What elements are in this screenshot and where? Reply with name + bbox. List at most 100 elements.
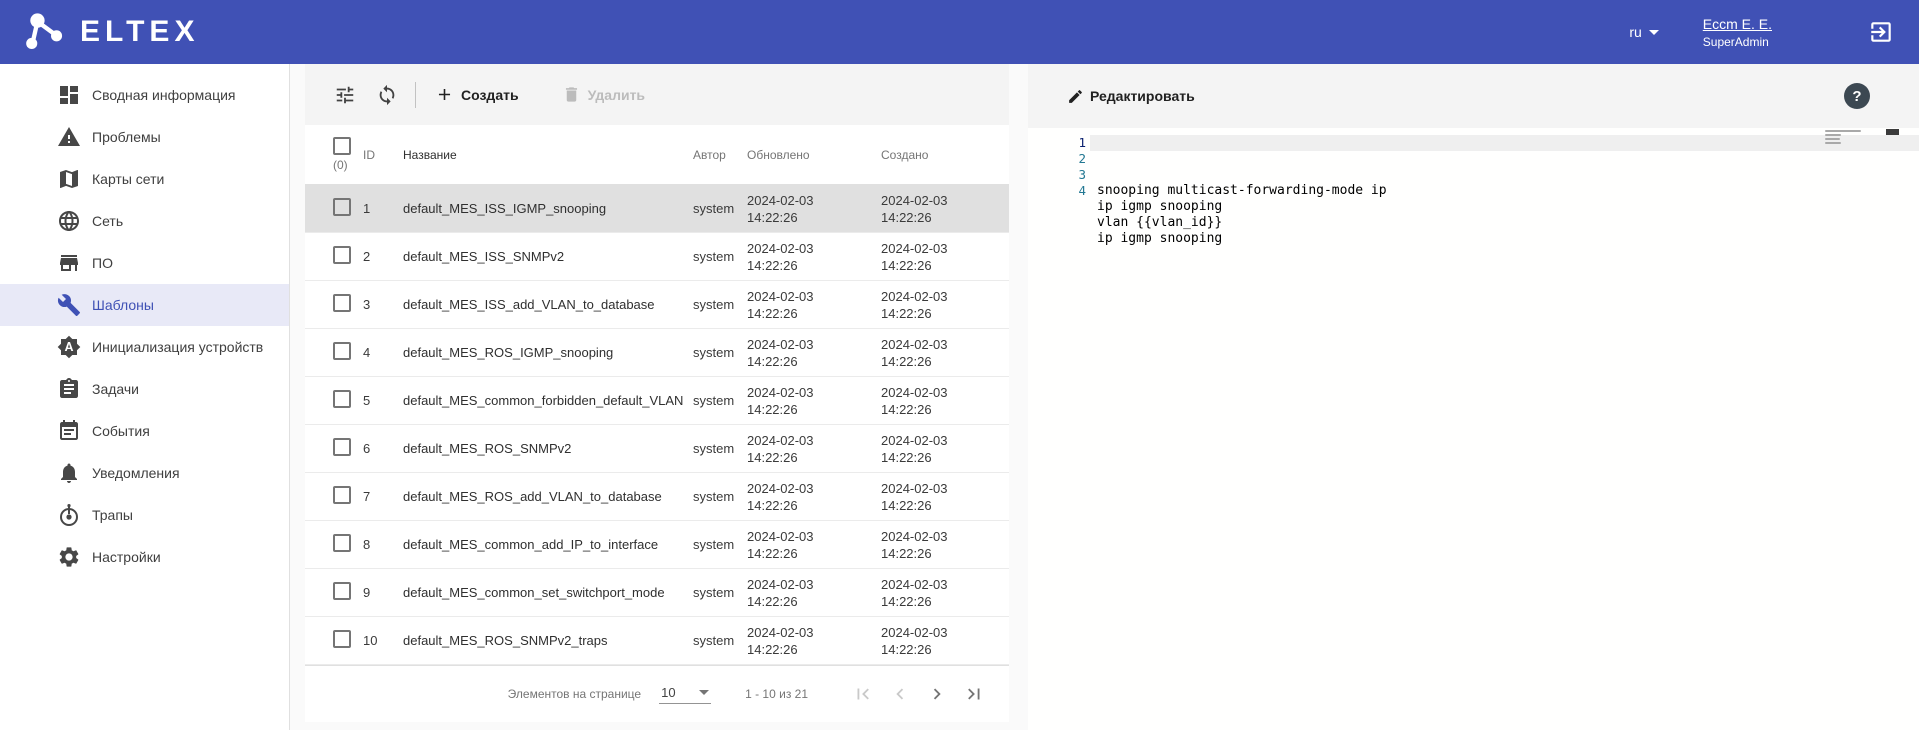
table-row[interactable]: 4 default_MES_ROS_IGMP_snooping system 2… [305, 329, 1009, 377]
sidebar-item[interactable]: Сеть [0, 200, 289, 242]
sidebar-item-label: События [92, 423, 150, 439]
row-checkbox[interactable] [333, 630, 351, 648]
row-created: 2024-02-03 14:22:26 [881, 336, 961, 370]
eltex-logo: ELTEX [24, 11, 199, 53]
template-editor-panel: Редактировать ? 1 snooping multicast-for… [1028, 64, 1919, 730]
logout-icon[interactable] [1868, 19, 1894, 45]
sidebar: Сводная информация Проблемы Карты сети С… [0, 64, 290, 730]
line-number: 3 [1028, 167, 1086, 183]
row-checkbox[interactable] [333, 342, 351, 360]
row-created: 2024-02-03 14:22:26 [881, 528, 961, 562]
user-name-link[interactable]: Eccm E. E. [1703, 16, 1772, 32]
row-checkbox[interactable] [333, 246, 351, 264]
table-toolbar: Создать Удалить [305, 64, 1009, 125]
table-row[interactable]: 7 default_MES_ROS_add_VLAN_to_database s… [305, 473, 1009, 521]
table-row[interactable]: 2 default_MES_ISS_SNMPv2 system 2024-02-… [305, 233, 1009, 281]
gear-icon [57, 545, 81, 569]
chevron-down-icon [699, 690, 709, 695]
row-updated: 2024-02-03 14:22:26 [747, 432, 827, 466]
delete-button[interactable]: Удалить [562, 85, 645, 104]
row-checkbox[interactable] [333, 390, 351, 408]
row-updated: 2024-02-03 14:22:26 [747, 240, 827, 274]
row-checkbox[interactable] [333, 486, 351, 504]
row-author: system [693, 201, 747, 216]
row-author: system [693, 297, 747, 312]
last-page-button[interactable] [963, 683, 985, 705]
line-number: 4 [1028, 183, 1086, 199]
sidebar-item[interactable]: Проблемы [0, 116, 289, 158]
first-page-button[interactable] [852, 683, 874, 705]
sidebar-item[interactable]: Задачи [0, 368, 289, 410]
row-name: default_MES_ROS_add_VLAN_to_database [403, 489, 693, 505]
row-checkbox[interactable] [333, 582, 351, 600]
help-button[interactable]: ? [1844, 83, 1870, 109]
select-all-checkbox[interactable] [333, 137, 351, 155]
column-header-author[interactable]: Автор [693, 148, 747, 162]
assignment-icon [57, 377, 81, 401]
sidebar-item-label: Трапы [92, 507, 133, 523]
sidebar-item[interactable]: Карты сети [0, 158, 289, 200]
row-name: default_MES_ISS_IGMP_snooping [403, 201, 693, 217]
items-per-page-select[interactable]: 10 [659, 685, 711, 704]
row-id: 5 [359, 393, 403, 408]
sidebar-item[interactable]: Трапы [0, 494, 289, 536]
items-per-page-value: 10 [661, 685, 675, 700]
sidebar-item-label: ПО [92, 255, 113, 271]
code-editor[interactable]: 1 snooping multicast-forwarding-mode ip … [1028, 128, 1919, 730]
row-id: 4 [359, 345, 403, 360]
row-updated: 2024-02-03 14:22:26 [747, 384, 827, 418]
row-id: 7 [359, 489, 403, 504]
create-button[interactable]: Создать [435, 85, 519, 104]
selected-count: (0) [333, 158, 348, 172]
row-created: 2024-02-03 14:22:26 [881, 384, 961, 418]
row-created: 2024-02-03 14:22:26 [881, 192, 961, 226]
row-checkbox[interactable] [333, 198, 351, 216]
code-line: 3 vlan {{vlan_id}} [1028, 167, 1919, 183]
table-header: (0) ID Название Автор Обновлено Создано [305, 125, 1009, 185]
column-header-created[interactable]: Создано [881, 148, 1015, 162]
globe-icon [57, 209, 81, 233]
sidebar-item[interactable]: Уведомления [0, 452, 289, 494]
next-page-button[interactable] [926, 683, 948, 705]
table-row[interactable]: 1 default_MES_ISS_IGMP_snooping system 2… [305, 185, 1009, 233]
row-author: system [693, 393, 747, 408]
table-row[interactable]: 10 default_MES_ROS_SNMPv2_traps system 2… [305, 617, 1009, 665]
edit-button[interactable]: Редактировать [1067, 88, 1195, 105]
previous-page-button[interactable] [889, 683, 911, 705]
templates-panel: Создать Удалить (0) ID Название Автор Об… [305, 64, 1009, 722]
language-selector[interactable]: ru [1629, 24, 1658, 40]
row-checkbox[interactable] [333, 534, 351, 552]
row-updated: 2024-02-03 14:22:26 [747, 528, 827, 562]
table-row[interactable]: 8 default_MES_common_add_IP_to_interface… [305, 521, 1009, 569]
table-row[interactable]: 9 default_MES_common_set_switchport_mode… [305, 569, 1009, 617]
row-author: system [693, 489, 747, 504]
row-created: 2024-02-03 14:22:26 [881, 432, 961, 466]
eltex-logo-icon [24, 11, 70, 53]
table-row[interactable]: 3 default_MES_ISS_add_VLAN_to_database s… [305, 281, 1009, 329]
table-row[interactable]: 6 default_MES_ROS_SNMPv2 system 2024-02-… [305, 425, 1009, 473]
column-header-id[interactable]: ID [359, 148, 403, 162]
sidebar-item[interactable]: Инициализация устройств [0, 326, 289, 368]
sidebar-item-label: Настройки [92, 549, 161, 565]
row-checkbox[interactable] [333, 294, 351, 312]
sidebar-item-label: Проблемы [92, 129, 161, 145]
row-updated: 2024-02-03 14:22:26 [747, 480, 827, 514]
sidebar-item-label: Уведомления [92, 465, 180, 481]
sidebar-item[interactable]: События [0, 410, 289, 452]
minimap-slider[interactable] [1886, 129, 1899, 135]
column-header-updated[interactable]: Обновлено [747, 148, 881, 162]
minimap [1825, 130, 1885, 146]
sidebar-item[interactable]: Шаблоны [0, 284, 289, 326]
sidebar-item[interactable]: Сводная информация [0, 74, 289, 116]
row-name: default_MES_ROS_IGMP_snooping [403, 345, 693, 361]
refresh-icon[interactable] [376, 84, 398, 106]
line-number: 2 [1028, 151, 1086, 167]
sidebar-item[interactable]: Настройки [0, 536, 289, 578]
sidebar-item[interactable]: ПО [0, 242, 289, 284]
column-header-name[interactable]: Название [403, 147, 693, 163]
row-created: 2024-02-03 14:22:26 [881, 288, 961, 322]
table-row[interactable]: 5 default_MES_common_forbidden_default_V… [305, 377, 1009, 425]
filter-tune-icon[interactable] [334, 84, 356, 106]
row-author: system [693, 537, 747, 552]
row-checkbox[interactable] [333, 438, 351, 456]
